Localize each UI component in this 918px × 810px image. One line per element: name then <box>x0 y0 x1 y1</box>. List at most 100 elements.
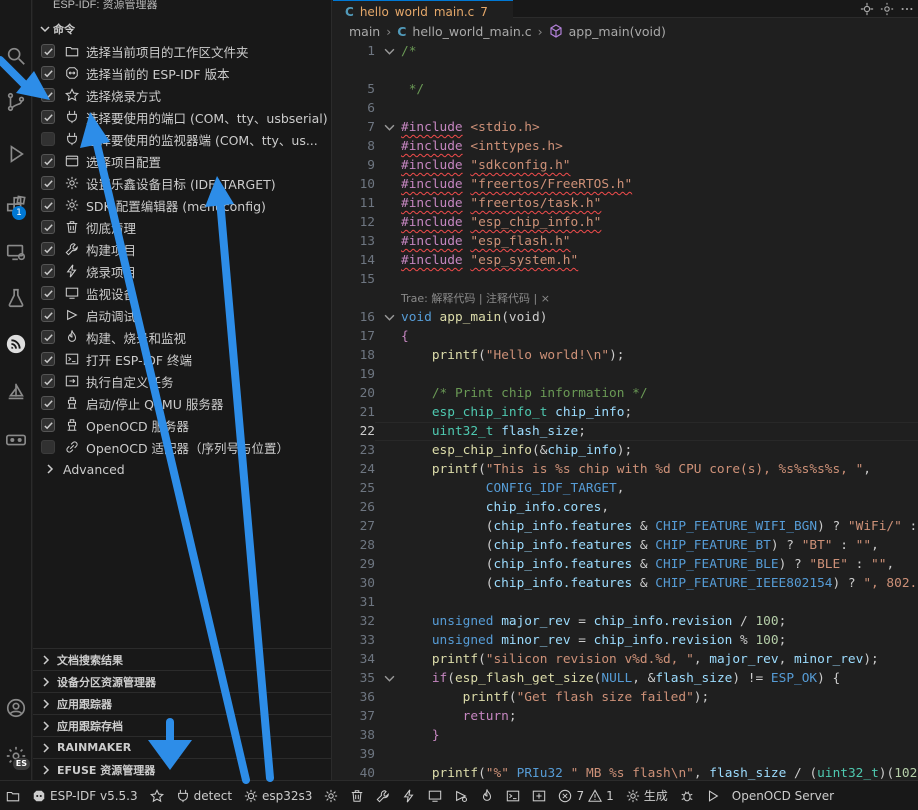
collapsed-section-header[interactable]: 应用跟踪器 <box>33 692 331 714</box>
code-line: printf("%" PRIu32 " MB %s flash\n", flas… <box>401 764 918 780</box>
command-checkbox[interactable] <box>41 198 55 212</box>
build-label-item[interactable]: 生成 <box>620 781 674 810</box>
debug-gear-item[interactable] <box>674 781 700 810</box>
build-flash-monitor-item[interactable] <box>474 781 500 810</box>
breadcrumb-folder[interactable]: main <box>349 24 380 39</box>
collapsed-section-header[interactable]: RAINMAKER <box>33 736 331 758</box>
menuconfig-item[interactable] <box>318 781 344 810</box>
build-item[interactable] <box>370 781 396 810</box>
command-checkbox[interactable] <box>41 154 55 168</box>
code-token: /* <box>401 44 417 59</box>
code-token: printf <box>431 462 479 477</box>
idf-version-item[interactable]: ESP-IDF v5.5.3 <box>26 781 144 810</box>
tab-hello-world-main[interactable]: C hello_world_main.c 7 <box>333 0 513 18</box>
run-config-icon[interactable] <box>860 2 874 16</box>
command-checkbox[interactable] <box>41 220 55 234</box>
command-item[interactable]: SDK 配置编辑器 (menuconfig) <box>33 194 331 216</box>
breadcrumb-symbol[interactable]: app_main(void) <box>569 24 666 39</box>
command-checkbox[interactable] <box>41 418 55 432</box>
command-checkbox[interactable] <box>41 110 55 124</box>
command-item[interactable]: 选择要使用的监视器端 (COM、tty、us... <box>33 128 331 150</box>
command-checkbox[interactable] <box>41 264 55 278</box>
command-checkbox[interactable] <box>41 66 55 80</box>
testing-flask-icon[interactable] <box>0 280 32 316</box>
trash-icon <box>352 789 363 802</box>
command-checkbox[interactable] <box>41 440 55 454</box>
command-checkbox[interactable] <box>41 352 55 366</box>
problems-item[interactable]: 7 1 <box>552 781 619 810</box>
terminal-item[interactable] <box>500 781 526 810</box>
flash-method-item[interactable] <box>144 781 170 810</box>
gamepad-icon[interactable] <box>0 422 32 458</box>
command-item[interactable]: 选择烧录方式 <box>33 84 331 106</box>
command-checkbox[interactable] <box>41 286 55 300</box>
fold-chevron-icon[interactable] <box>383 669 395 688</box>
fold-chevron-icon[interactable] <box>383 42 395 61</box>
command-item[interactable]: 彻底清理 <box>33 216 331 238</box>
monitor-item[interactable] <box>422 781 448 810</box>
openocd-item[interactable]: OpenOCD Server <box>726 781 840 810</box>
remote-folder-item[interactable] <box>0 781 26 810</box>
run-debug-icon[interactable] <box>0 136 32 172</box>
command-item[interactable]: OpenOCD 适配器（序列号与位置） <box>33 436 331 458</box>
code-line: /* <box>401 42 416 61</box>
fold-chevron-icon[interactable] <box>383 118 395 137</box>
command-item[interactable]: 执行自定义任务 <box>33 370 331 392</box>
command-checkbox[interactable] <box>41 88 55 102</box>
run-item[interactable] <box>700 781 726 810</box>
chevron-right-icon: › <box>537 23 543 39</box>
manage-gear-icon[interactable]: ES <box>0 738 32 774</box>
remote-explorer-icon[interactable] <box>0 234 32 270</box>
breadcrumb-file[interactable]: hello_world_main.c <box>412 24 531 39</box>
collapsed-section-header[interactable]: 应用跟踪存档 <box>33 714 331 736</box>
advanced-group[interactable]: Advanced <box>33 458 331 480</box>
command-item[interactable]: 选择项目配置 <box>33 150 331 172</box>
wrench-icon <box>64 241 80 257</box>
codelens-actions[interactable]: Trae: 解释代码 | 注释代码 | × <box>401 289 550 308</box>
command-item[interactable]: 打开 ESP-IDF 终端 <box>33 348 331 370</box>
command-checkbox[interactable] <box>41 374 55 388</box>
collapsed-section-header[interactable]: 文档搜索结果 <box>33 648 331 670</box>
debug-item[interactable] <box>448 781 474 810</box>
command-checkbox[interactable] <box>41 308 55 322</box>
custom-task-item[interactable] <box>526 781 552 810</box>
line-number: 8 <box>367 139 375 154</box>
command-item[interactable]: 设置乐鑫设备目标 (IDF_TARGET) <box>33 172 331 194</box>
commands-section-header[interactable]: 命令 <box>33 18 331 40</box>
command-checkbox[interactable] <box>41 396 55 410</box>
settings-gear-icon[interactable] <box>880 2 894 16</box>
search-icon[interactable] <box>0 38 32 74</box>
port-item[interactable]: detect <box>170 781 238 810</box>
source-control-icon[interactable] <box>0 84 32 120</box>
command-item[interactable]: 选择当前的 ESP-IDF 版本 <box>33 62 331 84</box>
collapsed-section-header[interactable]: EFUSE 资源管理器 <box>33 758 331 780</box>
command-item[interactable]: 监视设备 <box>33 282 331 304</box>
code-token: CONFIG_IDF_TARGET <box>485 481 617 496</box>
account-icon[interactable] <box>0 690 32 726</box>
command-checkbox[interactable] <box>41 132 55 146</box>
command-item[interactable]: 启动/停止 QEMU 服务器 <box>33 392 331 414</box>
sailboat-icon[interactable] <box>0 374 32 410</box>
code-area[interactable]: 1 /* 5 */ 6 7 #include <stdio.h> 8 #include <in… <box>333 42 918 780</box>
command-checkbox[interactable] <box>41 330 55 344</box>
command-checkbox[interactable] <box>41 44 55 58</box>
target-item[interactable]: esp32s3 <box>238 781 318 810</box>
command-item[interactable]: 烧录项目 <box>33 260 331 282</box>
command-item[interactable]: 构建、烧录和监视 <box>33 326 331 348</box>
code-token: "freertos/FreeRTOS.h" <box>470 177 633 192</box>
collapsed-section-header[interactable]: 设备分区资源管理器 <box>33 670 331 692</box>
command-checkbox[interactable] <box>41 242 55 256</box>
code-token: "%" <box>485 766 509 780</box>
command-checkbox[interactable] <box>41 176 55 190</box>
command-item[interactable]: 选择要使用的端口 (COM、tty、usbserial) <box>33 106 331 128</box>
flash-item[interactable] <box>396 781 422 810</box>
command-item[interactable]: 启动调试 <box>33 304 331 326</box>
more-actions-icon[interactable] <box>900 2 914 16</box>
fold-chevron-icon[interactable] <box>383 308 395 327</box>
fullclean-item[interactable] <box>344 781 370 810</box>
extensions-icon[interactable]: 1 <box>0 188 32 224</box>
command-item[interactable]: 构建项目 <box>33 238 331 260</box>
command-item[interactable]: 选择当前项目的工作区文件夹 <box>33 40 331 62</box>
espressif-icon[interactable] <box>0 326 32 362</box>
command-item[interactable]: OpenOCD 服务器 <box>33 414 331 436</box>
